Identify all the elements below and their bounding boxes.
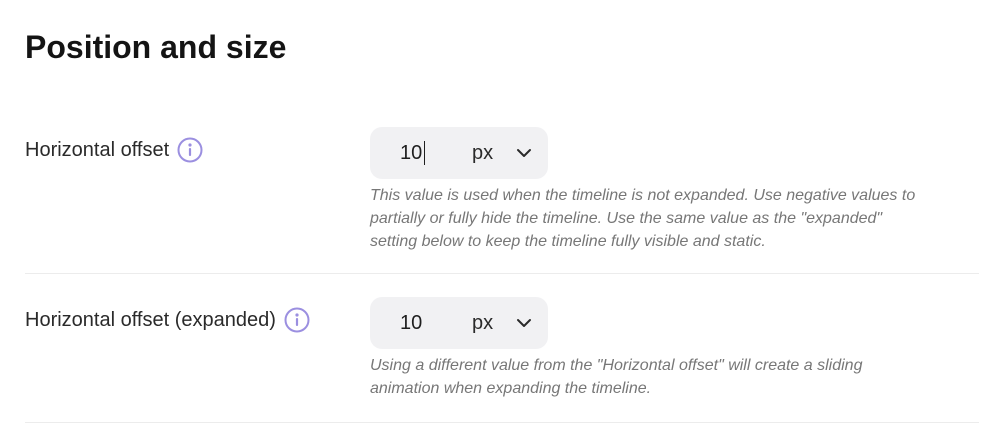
unit-label: px (472, 141, 494, 164)
info-icon[interactable] (284, 307, 310, 333)
text-caret (424, 141, 425, 165)
field-label-group: Horizontal offset (25, 137, 203, 163)
field-row-horizontal-offset: Horizontal offset px This value is used … (25, 127, 979, 274)
field-label: Horizontal offset (expanded) (25, 309, 276, 331)
unit-label: px (472, 311, 494, 334)
field-label-group: Horizontal offset (expanded) (25, 307, 310, 333)
unit-select[interactable]: px (472, 297, 548, 349)
section-title: Position and size (25, 29, 287, 65)
info-icon[interactable] (177, 137, 203, 163)
help-line: Using a different value from the "Horizo… (370, 357, 863, 374)
offset-expanded-value-input[interactable] (400, 311, 460, 335)
field-row-horizontal-offset-expanded: Horizontal offset (expanded) px Using a … (25, 297, 979, 423)
help-line: setting below to keep the timeline fully… (370, 233, 766, 250)
chevron-down-icon (515, 314, 533, 332)
unit-select[interactable]: px (472, 127, 548, 179)
field-help-text: Using a different value from the "Horizo… (370, 354, 970, 400)
field-label: Horizontal offset (25, 139, 170, 161)
offset-control: px (370, 127, 548, 179)
help-line: This value is used when the timeline is … (370, 187, 916, 204)
field-help-text: This value is used when the timeline is … (370, 184, 970, 253)
offset-value-input[interactable] (400, 141, 460, 165)
offset-expanded-control: px (370, 297, 548, 349)
chevron-down-icon (515, 144, 533, 162)
help-line: animation when expanding the timeline. (370, 380, 652, 397)
help-line: partially or fully hide the timeline. Us… (370, 210, 883, 227)
